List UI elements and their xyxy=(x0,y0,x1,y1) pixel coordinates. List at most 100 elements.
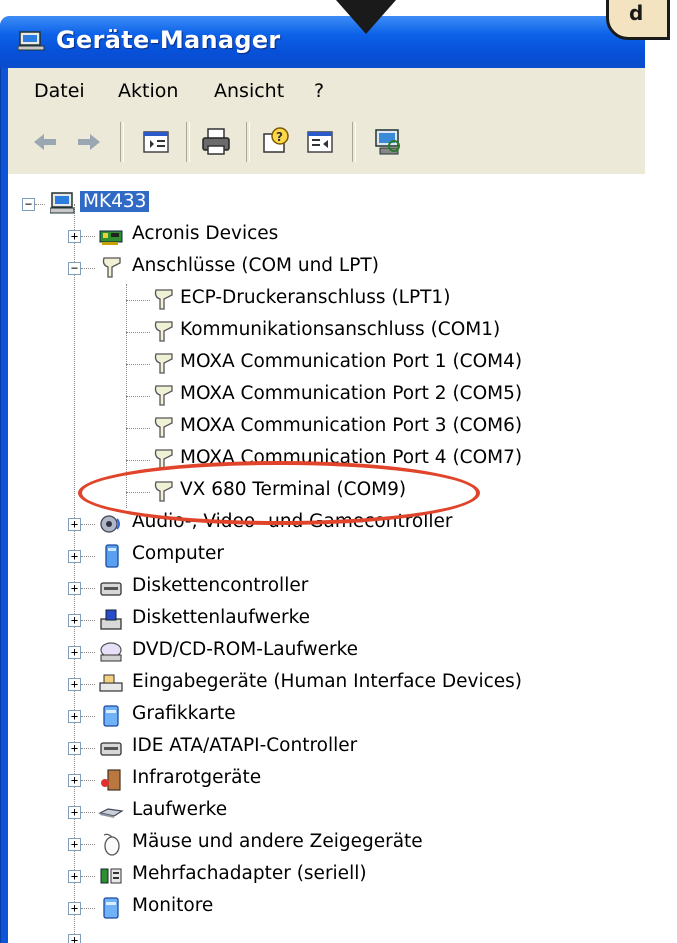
computer-icon xyxy=(105,544,119,568)
menu-datei[interactable]: Datei xyxy=(34,80,85,102)
collapse-toggle[interactable]: − xyxy=(22,198,35,211)
tree-category-floppy-drives[interactable]: + Diskettenlaufwerke xyxy=(8,604,645,636)
tree-category-label: Anschlüsse (COM und LPT) xyxy=(132,255,379,276)
tree-device-row[interactable]: MOXA Communication Port 3 (COM6) xyxy=(8,412,645,444)
toolbar-separator xyxy=(120,122,124,162)
tree-connector xyxy=(81,524,95,525)
tree-root-label: MK433 xyxy=(80,191,150,212)
tree-category-drives[interactable]: + Laufwerke xyxy=(8,796,645,828)
expand-toggle[interactable]: + xyxy=(68,582,81,595)
tree-category-label: Infrarotgeräte xyxy=(132,767,262,788)
tree-device-row[interactable]: Kommunikationsanschluss (COM1) xyxy=(8,316,645,348)
port-icon xyxy=(154,385,173,406)
title-bar[interactable]: Geräte-Manager xyxy=(0,16,645,68)
tree-category-label: Diskettenlaufwerke xyxy=(132,607,311,628)
expand-toggle[interactable]: + xyxy=(68,230,81,243)
tree-category-infrared[interactable]: + Infrarotgeräte xyxy=(8,764,645,796)
expand-toggle[interactable]: + xyxy=(68,550,81,563)
device-tree: − MK433 + Acronis Devices − Anschlüsse (… xyxy=(8,174,645,943)
menu-aktion[interactable]: Aktion xyxy=(118,80,178,102)
tree-device-label: Kommunikationsanschluss (COM1) xyxy=(180,319,501,340)
toggle-pane-icon[interactable] xyxy=(304,126,336,158)
menu-bar: Datei Aktion Ansicht ? xyxy=(8,68,645,113)
expand-toggle[interactable]: + xyxy=(68,934,81,943)
tree-root-row[interactable]: − MK433 xyxy=(8,188,645,220)
expand-toggle[interactable]: + xyxy=(68,710,81,723)
toolbar-separator xyxy=(246,122,250,162)
expand-toggle[interactable]: + xyxy=(68,678,81,691)
expand-toggle[interactable]: + xyxy=(68,742,81,755)
tree-connector xyxy=(81,908,95,909)
display-adapter-icon xyxy=(103,705,119,727)
tree-connector xyxy=(81,844,95,845)
tree-category-computer[interactable]: + Computer xyxy=(8,540,645,572)
page: Geräte-Manager Datei Aktion Ansicht ? ? … xyxy=(0,0,677,943)
scan-hardware-icon[interactable] xyxy=(372,126,404,158)
tree-device-row[interactable]: MOXA Communication Port 2 (COM5) xyxy=(8,380,645,412)
expand-toggle[interactable]: + xyxy=(68,806,81,819)
tree-connector xyxy=(81,812,95,813)
monitor-icon xyxy=(103,897,119,919)
tree-category-multiport[interactable]: + Mehrfachadapter (seriell) xyxy=(8,860,645,892)
ide-icon xyxy=(100,742,122,756)
tree-device-row[interactable]: MOXA Communication Port 1 (COM4) xyxy=(8,348,645,380)
tree-connector xyxy=(81,620,95,621)
expand-toggle[interactable]: + xyxy=(68,774,81,787)
menu-ansicht[interactable]: Ansicht xyxy=(214,80,284,102)
collapse-toggle[interactable]: − xyxy=(68,262,81,275)
tree-category-label: Acronis Devices xyxy=(132,223,279,244)
tree-category-graphics[interactable]: + Grafikkarte xyxy=(8,700,645,732)
tree-connector xyxy=(81,236,95,237)
card-icon xyxy=(99,230,123,245)
tree-device-row[interactable]: ECP-Druckeranschluss (LPT1) xyxy=(8,284,645,316)
back-icon[interactable] xyxy=(30,126,62,158)
tree-category-monitors[interactable]: + Monitore xyxy=(8,892,645,924)
tree-category-hid[interactable]: + Eingabegeräte (Human Interface Devices… xyxy=(8,668,645,700)
expand-toggle[interactable]: + xyxy=(68,614,81,627)
floppy-controller-icon xyxy=(100,582,122,596)
expand-toggle[interactable]: + xyxy=(68,902,81,915)
port-icon xyxy=(154,417,173,438)
tree-category-label: Eingabegeräte (Human Interface Devices) xyxy=(132,671,522,692)
tree-category-label: Mehrfachadapter (seriell) xyxy=(132,863,367,884)
menu-help[interactable]: ? xyxy=(314,80,324,102)
expand-toggle[interactable]: + xyxy=(68,838,81,851)
tree-connector xyxy=(126,332,150,333)
hid-icon xyxy=(99,674,123,692)
tree-connector xyxy=(81,876,95,877)
tree-connector xyxy=(126,300,150,301)
pointer-arrow-icon xyxy=(336,0,396,34)
toolbar-separator xyxy=(352,122,356,162)
tree-device-label: MOXA Communication Port 1 (COM4) xyxy=(180,351,523,372)
tree-connector xyxy=(81,748,95,749)
help-icon[interactable]: ? xyxy=(260,126,292,158)
expand-toggle[interactable]: + xyxy=(68,646,81,659)
forward-icon[interactable] xyxy=(72,126,104,158)
tree-category-label: IDE ATA/ATAPI-Controller xyxy=(132,735,358,756)
tree-category-label: DVD/CD-ROM-Laufwerke xyxy=(132,639,359,660)
tree-connector xyxy=(81,684,95,685)
tree-category-floppy-controller[interactable]: + Diskettencontroller xyxy=(8,572,645,604)
audio-icon xyxy=(100,515,120,533)
tree-connector xyxy=(126,460,150,461)
disk-drive-icon xyxy=(98,808,124,818)
highlight-ring xyxy=(78,461,480,525)
tree-category-mice[interactable]: + Mäuse und andere Zeigegeräte xyxy=(8,828,645,860)
tree-category-acronis[interactable]: + Acronis Devices xyxy=(8,220,645,252)
computer-icon xyxy=(50,192,75,214)
print-icon[interactable] xyxy=(200,126,232,158)
tree-category-label: Monitore xyxy=(132,895,214,916)
tree-connector xyxy=(81,716,95,717)
tree-connector xyxy=(81,268,95,269)
tree-category-partial[interactable]: + xyxy=(8,924,645,943)
tree-category-ide[interactable]: + IDE ATA/ATAPI-Controller xyxy=(8,732,645,764)
tree-connector xyxy=(81,780,95,781)
step-badge-letter: d xyxy=(629,1,644,25)
tree-category-dvd[interactable]: + DVD/CD-ROM-Laufwerke xyxy=(8,636,645,668)
expand-toggle[interactable]: + xyxy=(68,518,81,531)
properties-icon[interactable] xyxy=(140,126,172,158)
expand-toggle[interactable]: + xyxy=(68,870,81,883)
svg-text:?: ? xyxy=(276,130,283,144)
tree-category-ports[interactable]: − Anschlüsse (COM und LPT) xyxy=(8,252,645,284)
tree-connector xyxy=(81,556,95,557)
